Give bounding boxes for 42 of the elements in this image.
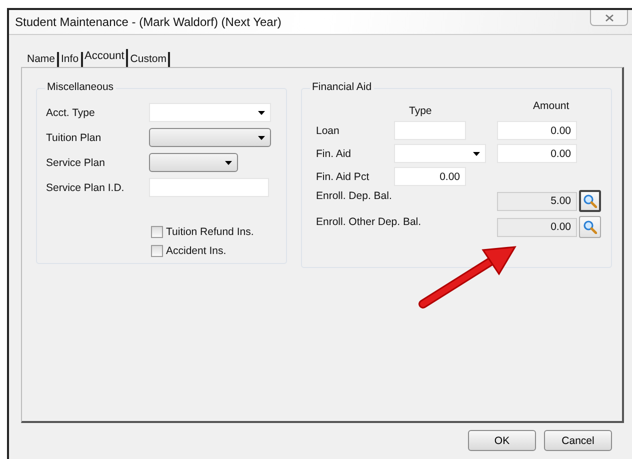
- close-button[interactable]: [590, 10, 628, 26]
- readonly-field: 0.00: [497, 218, 577, 236]
- input-field[interactable]: [149, 178, 269, 197]
- field-label: Enroll. Dep. Bal.: [316, 190, 393, 202]
- group-title: Financial Aid: [310, 81, 374, 93]
- input-field[interactable]: 0.00: [497, 121, 577, 140]
- dialog-button[interactable]: OK: [468, 430, 536, 451]
- input-field[interactable]: [394, 121, 466, 140]
- caret-icon: [258, 110, 265, 114]
- readonly-field: 5.00: [497, 192, 577, 210]
- field-label: Service Plan: [46, 156, 106, 168]
- combo-box[interactable]: [149, 153, 238, 172]
- input-field[interactable]: 0.00: [497, 144, 577, 163]
- combo-box[interactable]: [149, 128, 271, 147]
- column-header: Type: [409, 105, 433, 117]
- field-label: Service Plan I.D.: [46, 182, 126, 194]
- input-field[interactable]: 0.00: [394, 167, 466, 186]
- group-title: Miscellaneous: [45, 81, 116, 93]
- field-label: Fin. Aid Pct: [316, 170, 370, 182]
- tab[interactable]: Account: [82, 49, 128, 67]
- checkbox-label: Accident Ins.: [166, 245, 226, 257]
- field-label: Tuition Plan: [46, 132, 102, 144]
- column-header: Amount: [533, 100, 570, 112]
- field-label: Acct. Type: [46, 106, 96, 118]
- lookup-button[interactable]: [579, 190, 601, 212]
- dialog-button[interactable]: Cancel: [544, 430, 612, 451]
- caret-icon: [473, 152, 480, 156]
- field-label: Loan: [316, 124, 340, 136]
- close-icon: [604, 14, 614, 22]
- lookup-button[interactable]: [579, 216, 601, 238]
- field-label: Enroll. Other Dep. Bal.: [316, 216, 422, 228]
- tab[interactable]: Custom: [128, 52, 170, 67]
- checkbox[interactable]: [151, 226, 163, 238]
- caret-icon: [225, 160, 232, 164]
- magnifier-icon: [583, 220, 597, 234]
- caret-icon: [258, 136, 265, 140]
- checkbox[interactable]: [151, 245, 163, 257]
- magnifier-icon: [583, 194, 597, 208]
- field-label: Fin. Aid: [316, 148, 352, 160]
- tab[interactable]: Name: [25, 52, 60, 67]
- checkbox-label: Tuition Refund Ins.: [166, 226, 254, 238]
- window-title: Student Maintenance - (Mark Waldorf) (Next Year): [15, 15, 282, 29]
